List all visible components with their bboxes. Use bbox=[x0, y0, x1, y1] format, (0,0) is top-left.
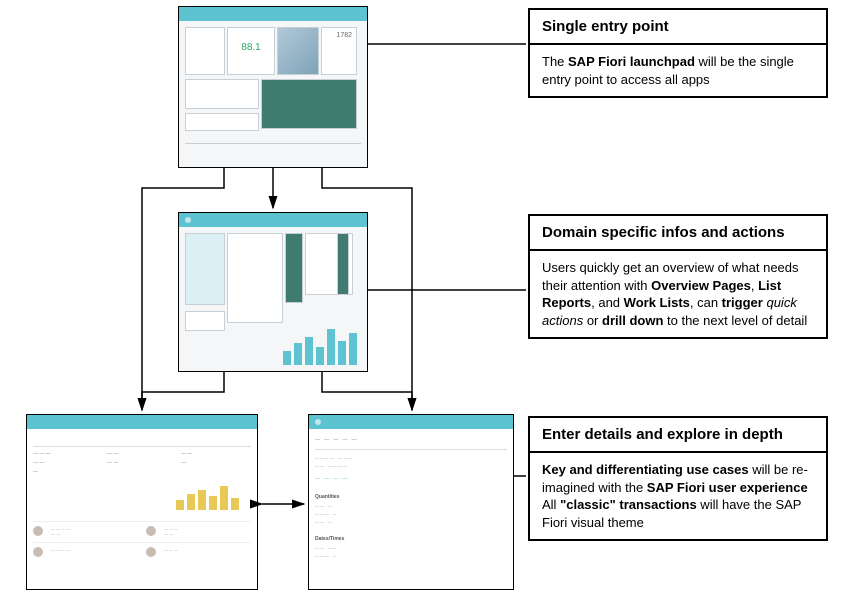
callout-body: The SAP Fiori launchpad will be the sing… bbox=[530, 45, 826, 96]
callout-title: Single entry point bbox=[530, 10, 826, 45]
screenshot-launchpad: 88.1 1782 bbox=[178, 6, 368, 168]
screenshot-detail-page: — — — — — — — — — — — —— — — — — — — — —… bbox=[308, 414, 514, 590]
callout-body: Users quickly get an overview of what ne… bbox=[530, 251, 826, 337]
callout-single-entry: Single entry point The SAP Fiori launchp… bbox=[528, 8, 828, 98]
callout-title: Enter details and explore in depth bbox=[530, 418, 826, 453]
callout-title: Domain specific infos and actions bbox=[530, 216, 826, 251]
callout-enter-details: Enter details and explore in depth Key a… bbox=[528, 416, 828, 541]
window-titlebar bbox=[179, 213, 367, 227]
callout-domain-specific: Domain specific infos and actions Users … bbox=[528, 214, 828, 339]
window-titlebar bbox=[27, 415, 257, 429]
window-titlebar bbox=[179, 7, 367, 21]
screenshot-overview bbox=[178, 212, 368, 372]
screenshot-object-page: — — —— —— — —— — — —— — — — —— — — — —— … bbox=[26, 414, 258, 590]
callout-body: Key and differentiating use cases will b… bbox=[530, 453, 826, 539]
window-titlebar bbox=[309, 415, 513, 429]
